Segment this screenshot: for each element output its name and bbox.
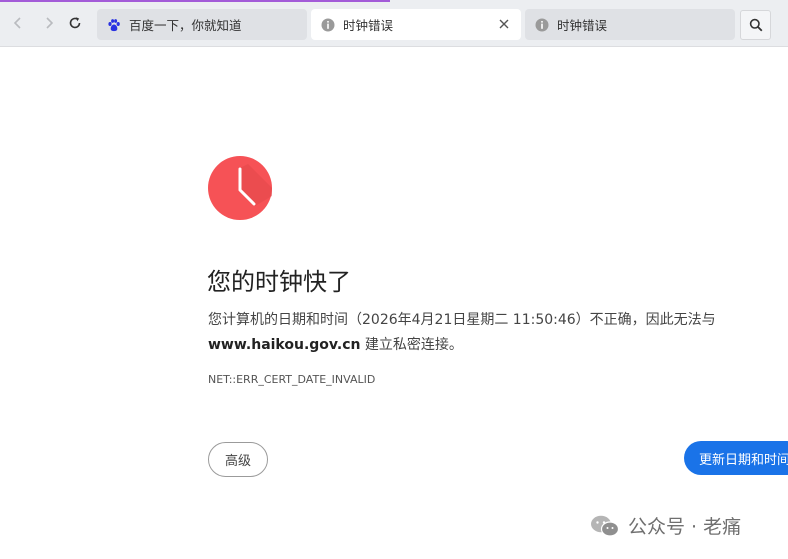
error-page [0,47,788,559]
host-name: www.haikou.gov.cn [208,337,361,353]
close-tab-icon[interactable] [497,17,511,31]
back-button[interactable] [9,14,27,32]
forward-button[interactable] [40,14,58,32]
baidu-paw-icon [108,18,120,31]
error-code: NET::ERR_CERT_DATE_INVALID [208,373,376,386]
tab-clock-error-active[interactable]: 时钟错误 [311,9,521,40]
chevron-right-icon [46,17,54,29]
wechat-icon [591,515,620,537]
tab-clock-error[interactable]: 时钟错误 [525,9,735,40]
info-icon [535,18,549,31]
watermark: 公众号 · 老痛 [590,512,741,539]
description-line2: 建立私密连接。 [360,337,463,353]
update-date-time-button[interactable]: 更新日期和时间 [684,441,788,475]
info-icon [321,18,335,31]
reload-button[interactable] [66,14,84,32]
error-description: 您计算机的日期和时间（2026年4月21日星期二 11:50:46）不正确，因此… [208,308,768,358]
description-line1: 您计算机的日期和时间（2026年4月21日星期二 11:50:46）不正确，因此… [208,312,716,328]
tab-baidu[interactable]: 百度一下，你就知道 [97,9,307,40]
tab-label: 百度一下，你就知道 [129,18,242,33]
reload-icon [69,17,81,29]
browser-toolbar: 百度一下，你就知道 时钟错误 时钟错误 [0,0,788,47]
tab-label: 时钟错误 [557,18,608,33]
search-icon [749,18,762,32]
clock-icon [208,156,272,220]
watermark-text: 公众号 · 老痛 [628,516,742,538]
chevron-left-icon [13,17,21,29]
page-title: 您的时钟快了 [207,268,351,296]
tab-label: 时钟错误 [343,18,394,33]
tab-search-button[interactable] [740,10,771,40]
advanced-button[interactable]: 高级 [208,442,268,477]
accent-line [0,0,390,2]
